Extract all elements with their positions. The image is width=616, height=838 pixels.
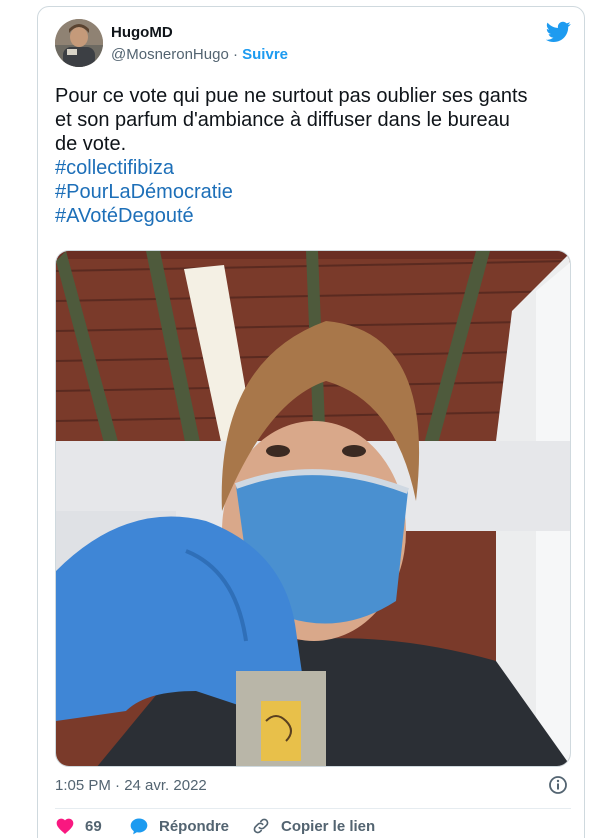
handle-row: @MosneronHugo · Suivre xyxy=(111,46,288,63)
like-count: 69 xyxy=(85,817,102,835)
separator: · xyxy=(228,46,243,63)
tweet-card: HugoMD @MosneronHugo · Suivre Pour ce vo… xyxy=(37,6,585,838)
tweet-photo[interactable] xyxy=(55,250,571,767)
copy-link-label: Copier le lien xyxy=(281,817,376,835)
reply-bubble-icon xyxy=(130,818,148,835)
hashtag-collectifibiza[interactable]: #collectifibiza xyxy=(55,156,575,180)
tweet-timestamp[interactable]: 1:05 PM · 24 avr. 2022 xyxy=(55,777,207,794)
heart-icon xyxy=(56,818,74,834)
reply-label: Répondre xyxy=(159,817,230,835)
tweet-text-line: de vote. xyxy=(55,133,127,155)
hashtag-avotedegoute[interactable]: #AVotéDegouté xyxy=(55,204,575,228)
tweet-text-line: Pour ce vote qui pue ne surtout pas oubl… xyxy=(55,85,528,107)
link-icon xyxy=(253,818,269,834)
reply-button[interactable]: Répondre xyxy=(129,816,229,836)
info-icon[interactable] xyxy=(548,775,568,795)
like-button[interactable]: 69 xyxy=(55,816,102,836)
author-handle[interactable]: @MosneronHugo xyxy=(111,46,229,63)
hashtag-pourlademocratie[interactable]: #PourLaDémocratie xyxy=(55,180,575,204)
twitter-bird-icon[interactable] xyxy=(546,21,571,43)
tweet-text-line: et son parfum d'ambiance à diffuser dans… xyxy=(55,109,510,131)
divider xyxy=(55,808,571,809)
copy-link-button[interactable]: Copier le lien xyxy=(251,816,375,836)
author-name[interactable]: HugoMD xyxy=(111,24,173,41)
tweet-text: Pour ce vote qui pue ne surtout pas oubl… xyxy=(55,84,575,228)
follow-button[interactable]: Suivre xyxy=(242,46,288,63)
avatar[interactable] xyxy=(55,19,103,67)
